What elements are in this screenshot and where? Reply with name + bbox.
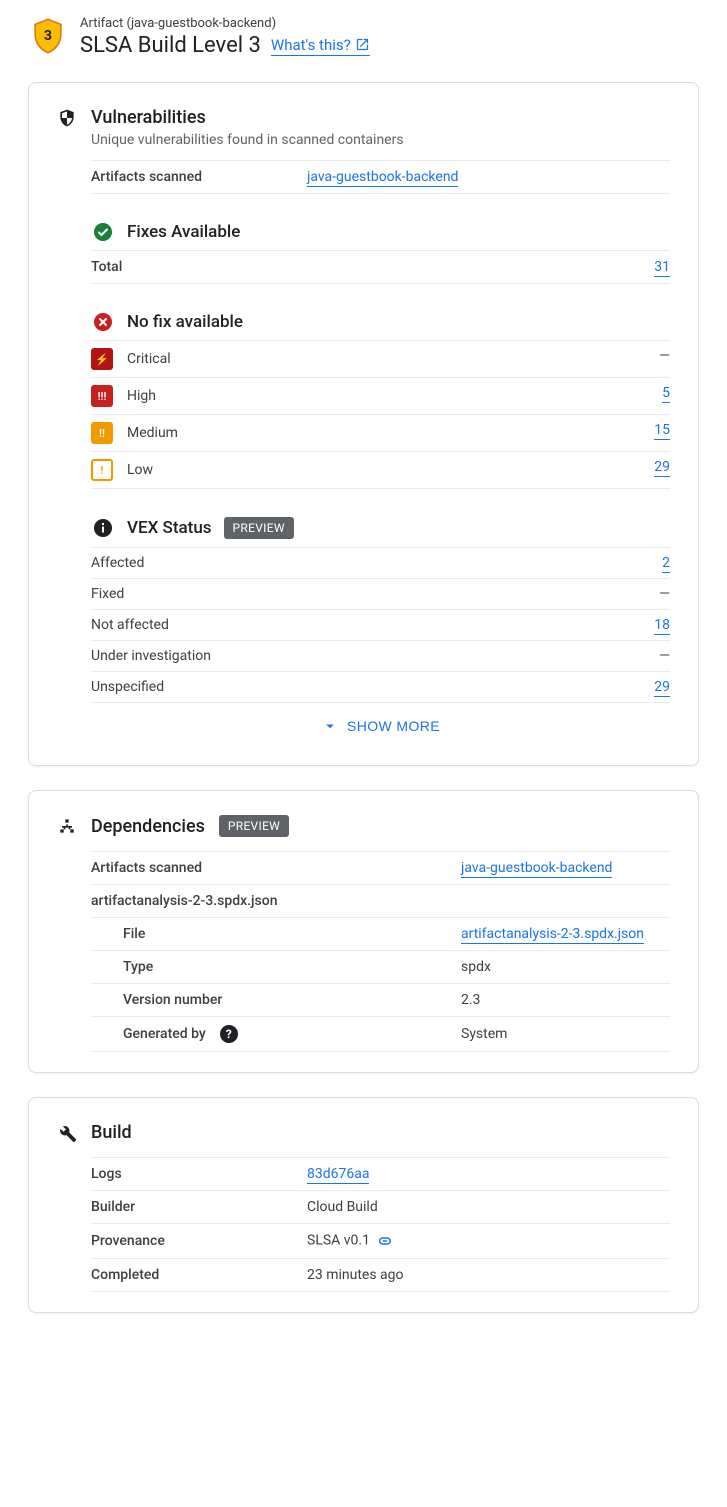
deps-value: spdx xyxy=(461,959,491,975)
dependencies-title: Dependencies xyxy=(91,816,205,837)
severity-medium-icon: !! xyxy=(91,422,113,444)
error-circle-icon xyxy=(93,312,113,332)
vex-count-link[interactable]: 29 xyxy=(654,679,670,697)
vex-row: Under investigation — xyxy=(91,640,670,671)
deps-value: 2.3 xyxy=(461,992,480,1008)
build-value-link[interactable]: 83d676aa xyxy=(307,1166,369,1184)
severity-count-link[interactable]: 5 xyxy=(662,385,670,403)
severity-row: ! Low 29 xyxy=(91,451,670,489)
vex-row: Fixed — xyxy=(91,578,670,609)
vulnerabilities-subtitle: Unique vulnerabilities found in scanned … xyxy=(91,132,670,148)
build-card: Build Logs 83d676aa Builder Cloud Build … xyxy=(28,1097,699,1313)
whats-this-link[interactable]: What's this? xyxy=(271,36,370,56)
severity-row: !! Medium 15 xyxy=(91,414,670,451)
build-value: 23 minutes ago xyxy=(307,1267,404,1283)
deps-row: Generated by? System xyxy=(91,1016,670,1052)
severity-critical-icon: ⚡ xyxy=(91,348,113,370)
link-icon[interactable] xyxy=(376,1232,394,1250)
severity-label: High xyxy=(127,388,156,404)
severity-label: Critical xyxy=(127,351,171,367)
shield-icon xyxy=(57,108,77,128)
tree-icon xyxy=(57,816,77,836)
deps-value: System xyxy=(461,1026,507,1042)
help-icon[interactable]: ? xyxy=(220,1025,238,1043)
vex-label: Under investigation xyxy=(91,648,211,664)
vulnerabilities-card: Vulnerabilities Unique vulnerabilities f… xyxy=(28,82,699,766)
fixes-available-title: Fixes Available xyxy=(127,222,240,242)
build-row: Logs 83d676aa xyxy=(91,1157,670,1190)
vulnerabilities-title: Vulnerabilities xyxy=(91,107,206,128)
build-value: Cloud Build xyxy=(307,1199,378,1215)
vex-label: Fixed xyxy=(91,586,124,602)
vex-row: Affected 2 xyxy=(91,547,670,578)
deps-value-link[interactable]: artifactanalysis-2-3.spdx.json xyxy=(461,926,644,944)
build-label: Completed xyxy=(91,1267,307,1283)
deps-row: Version number 2.3 xyxy=(91,983,670,1016)
build-label: Logs xyxy=(91,1166,307,1182)
severity-count-link[interactable]: 15 xyxy=(654,422,670,440)
info-icon xyxy=(93,518,113,538)
severity-label: Medium xyxy=(127,425,178,441)
artifacts-scanned-link[interactable]: java-guestbook-backend xyxy=(307,169,458,187)
deps-artifacts-scanned-link[interactable]: java-guestbook-backend xyxy=(461,860,612,878)
build-row: Provenance SLSA v0.1 xyxy=(91,1223,670,1258)
vex-label: Unspecified xyxy=(91,679,164,695)
vex-preview-chip: PREVIEW xyxy=(224,517,294,539)
check-circle-icon xyxy=(93,222,113,242)
chevron-down-icon xyxy=(321,717,339,735)
fixes-total-label: Total xyxy=(91,259,381,275)
wrench-icon xyxy=(57,1123,77,1143)
dependencies-card: Dependencies PREVIEW Artifacts scanned j… xyxy=(28,790,699,1073)
deps-filename-header: artifactanalysis-2-3.spdx.json xyxy=(91,884,670,917)
vex-status-title: VEX Status xyxy=(127,518,212,538)
vex-row: Not affected 18 xyxy=(91,609,670,640)
show-more-button[interactable]: SHOW MORE xyxy=(321,717,440,735)
no-fix-title: No fix available xyxy=(127,312,243,332)
vex-row: Unspecified 29 xyxy=(91,671,670,703)
severity-high-icon: !!! xyxy=(91,385,113,407)
vex-label: Affected xyxy=(91,555,144,571)
deps-label: Version number xyxy=(91,992,461,1008)
vex-label: Not affected xyxy=(91,617,169,633)
severity-row: ⚡ Critical — xyxy=(91,340,670,377)
header-eyebrow: Artifact (java-guestbook-backend) xyxy=(80,16,699,31)
page-header: 3 Artifact (java-guestbook-backend) SLSA… xyxy=(28,16,699,58)
build-label: Provenance xyxy=(91,1233,307,1249)
deps-row: File artifactanalysis-2-3.spdx.json xyxy=(91,917,670,950)
vex-count-link[interactable]: 2 xyxy=(662,555,670,573)
severity-count-link[interactable]: 29 xyxy=(654,459,670,477)
deps-preview-chip: PREVIEW xyxy=(219,815,289,837)
slsa-level-badge-icon: 3 xyxy=(32,18,64,54)
vex-count-link[interactable]: 18 xyxy=(654,617,670,635)
build-title: Build xyxy=(91,1122,132,1143)
build-value: SLSA v0.1 xyxy=(307,1233,370,1249)
build-row: Completed 23 minutes ago xyxy=(91,1258,670,1292)
deps-label: Type xyxy=(91,959,461,975)
vex-count: — xyxy=(659,648,670,664)
fixes-total-link[interactable]: 31 xyxy=(654,259,670,277)
build-label: Builder xyxy=(91,1199,307,1215)
severity-row: !!! High 5 xyxy=(91,377,670,414)
deps-artifacts-scanned-label: Artifacts scanned xyxy=(91,860,461,876)
open-in-new-icon xyxy=(355,37,370,52)
page-title: SLSA Build Level 3 xyxy=(80,33,261,58)
deps-row: Type spdx xyxy=(91,950,670,983)
severity-low-icon: ! xyxy=(91,459,113,481)
deps-label: File xyxy=(91,926,461,942)
deps-label: Generated by? xyxy=(91,1025,461,1043)
severity-label: Low xyxy=(127,462,153,478)
build-row: Builder Cloud Build xyxy=(91,1190,670,1223)
svg-text:3: 3 xyxy=(44,28,52,44)
artifacts-scanned-label: Artifacts scanned xyxy=(91,169,307,185)
severity-count: — xyxy=(659,348,670,364)
vex-count: — xyxy=(659,586,670,602)
